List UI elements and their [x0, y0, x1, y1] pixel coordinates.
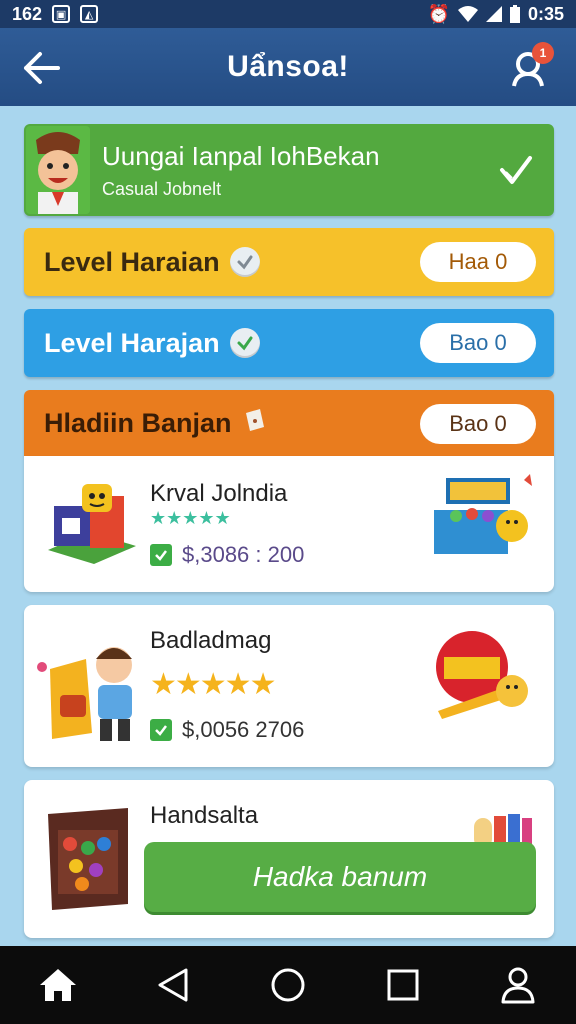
level-banner-3[interactable]: Hladiin Banjan Bao 0	[24, 390, 554, 456]
level-label-1: Level Haraian	[44, 246, 220, 277]
card-title-2: Badladmag	[150, 627, 272, 654]
status-left: 162 ▣ ◭	[12, 3, 99, 25]
square-recents-icon	[387, 969, 419, 1001]
featured-banner[interactable]: Uungai Ianpal IohBekan Casual Jobnelt	[24, 124, 554, 216]
featured-title: Uungai Ianpal IohBekan	[102, 140, 380, 171]
game-card-2[interactable]: Badladmag ★★★★★ $,0056 2706	[24, 605, 554, 767]
tag-icon	[242, 407, 266, 440]
arrow-left-icon	[24, 52, 60, 84]
level-label-3: Hladiin Banjan	[44, 407, 232, 438]
mascot-avatar	[26, 126, 90, 214]
nav-home-button[interactable]	[36, 963, 80, 1007]
prize-badge-icon	[430, 627, 540, 726]
home-icon	[39, 969, 76, 1001]
featured-banner-text: Uungai Ianpal IohBekan Casual Jobnelt	[102, 141, 380, 200]
level-row-3: Hladiin Banjan	[44, 407, 266, 440]
blocks-game-icon	[44, 480, 138, 571]
game-card-1[interactable]: Krval Jolndia ★★★★★ $,3086 : 200	[24, 456, 554, 592]
signal-icon	[485, 6, 502, 22]
level-label-2: Level Harajan	[44, 327, 220, 358]
battery-icon	[509, 5, 520, 23]
status-bar: 162 ▣ ◭ ⏰ 0:35	[0, 0, 576, 28]
rating-stars-2: ★★★★★	[150, 667, 276, 702]
card-title-1: Krval Jolndia	[150, 480, 288, 507]
price-row-2: $,0056 2706	[150, 717, 304, 743]
back-button[interactable]	[22, 50, 62, 86]
level-row-1: Level Haraian	[44, 247, 260, 278]
wifi-icon	[457, 6, 478, 22]
nav-profile-button[interactable]	[496, 963, 540, 1007]
back-triangle-icon	[158, 968, 188, 1002]
status-time-left: 162	[12, 3, 43, 24]
nav-recents-button[interactable]	[381, 963, 425, 1007]
character-shop-icon	[36, 629, 142, 754]
check-circle-icon	[229, 328, 260, 358]
level-button-3[interactable]: Bao 0	[420, 404, 536, 444]
notification-badge: 1	[532, 42, 554, 64]
gallery-icon: ▣	[52, 5, 71, 23]
level-banner-2[interactable]: Level Harajan Bao 0	[24, 309, 554, 377]
featured-subtitle: Casual Jobnelt	[102, 178, 222, 199]
checkmark-icon	[496, 150, 536, 190]
card-title-3: Handsalta	[150, 802, 259, 829]
profile-icon	[501, 967, 535, 1004]
checkbox-icon	[150, 544, 172, 566]
status-time-right: 0:35	[527, 3, 564, 24]
system-nav-bar	[0, 946, 576, 1024]
notifications-button[interactable]: 1	[508, 42, 554, 88]
rating-stars-1: ★★★★★	[150, 508, 231, 529]
candy-machine-icon	[42, 804, 134, 917]
check-circle-icon	[229, 247, 260, 277]
level-button-1[interactable]: Haa 0	[420, 242, 536, 282]
game-card-3[interactable]: Handsalta Hadka banum	[24, 780, 554, 938]
checkbox-icon	[150, 719, 172, 741]
circle-home-icon	[271, 968, 305, 1002]
level-row-2: Level Harajan	[44, 328, 260, 359]
card-price-2: $,0056 2706	[182, 717, 305, 742]
photo-icon: ◭	[80, 5, 99, 23]
star-icon: ★★★★★	[150, 508, 231, 528]
page-title: Uẩnsoa!	[227, 50, 349, 83]
star-icon: ★★★★★	[150, 668, 276, 701]
app-bar: Uẩnsoa! 1	[0, 28, 576, 106]
card-price-1: $,3086 : 200	[182, 542, 305, 567]
play-button[interactable]: Hadka banum	[144, 842, 536, 912]
alarm-icon: ⏰	[427, 3, 450, 24]
price-row-1: $,3086 : 200	[150, 542, 304, 568]
status-right: ⏰ 0:35	[428, 4, 564, 25]
level-button-2[interactable]: Bao 0	[420, 323, 536, 363]
treasure-chest-icon	[428, 470, 538, 571]
nav-overview-home-button[interactable]	[266, 963, 310, 1007]
level-banner-1[interactable]: Level Haraian Haa 0	[24, 228, 554, 296]
nav-back-button[interactable]	[151, 963, 195, 1007]
